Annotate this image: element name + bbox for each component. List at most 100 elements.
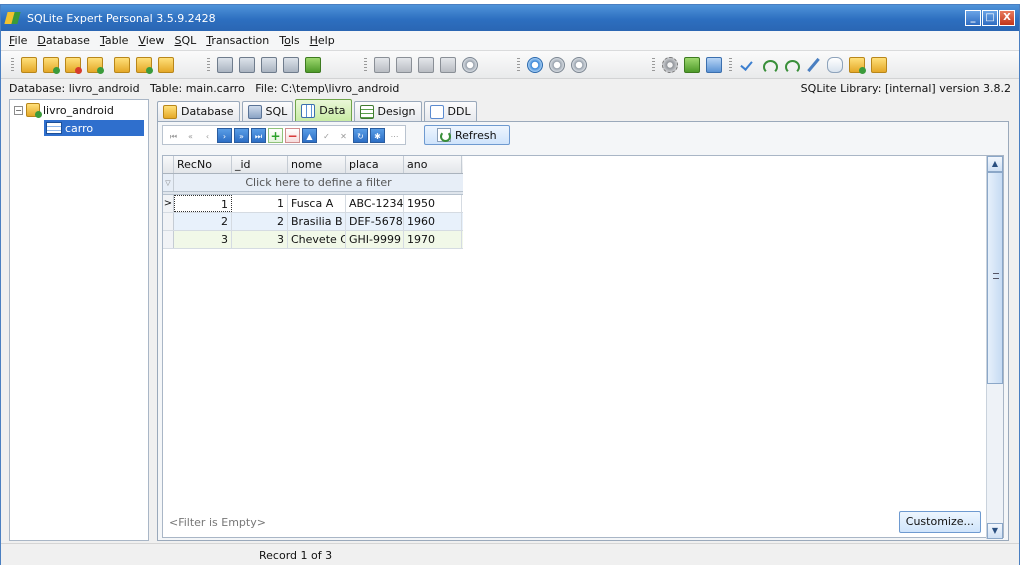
scroll-thumb[interactable] [987, 172, 1003, 384]
script-icon[interactable] [374, 56, 390, 73]
customize-button[interactable]: Customize... [898, 511, 981, 533]
open-database-icon[interactable] [43, 56, 60, 74]
table-row[interactable]: 3 3 Chevete C GHI-9999 1970 [163, 231, 463, 249]
post-edit-button[interactable]: ✓ [319, 128, 334, 143]
commit-transaction-icon[interactable] [549, 56, 565, 73]
scroll-down-button[interactable]: ▼ [987, 523, 1003, 539]
toolbar-grip[interactable] [729, 57, 732, 72]
maximize-button[interactable]: □ [982, 10, 998, 26]
collapse-toggle-icon[interactable]: − [14, 105, 23, 115]
prior-page-button[interactable]: « [183, 128, 198, 143]
cell-id[interactable]: 2 [232, 213, 288, 230]
redo-arrow-icon[interactable] [783, 57, 800, 74]
cancel-edit-button[interactable]: ✕ [336, 128, 351, 143]
vertical-scrollbar[interactable]: ▲ ▼ [986, 156, 1003, 539]
menu-database[interactable]: Database [37, 34, 90, 47]
cell-id[interactable]: 1 [232, 195, 288, 212]
scroll-up-button[interactable]: ▲ [987, 156, 1003, 172]
apply-updates-button[interactable]: ✱ [370, 127, 385, 143]
table-row[interactable]: 2 2 Brasilia B DEF-5678 1960 [163, 213, 463, 231]
import-table-icon[interactable] [283, 56, 299, 73]
column-header-placa[interactable]: placa [346, 156, 404, 173]
panel-splitter[interactable] [150, 99, 155, 541]
script-save-icon[interactable] [440, 56, 456, 73]
menu-tools[interactable]: Tols [279, 34, 299, 47]
database-properties-icon[interactable] [114, 56, 130, 73]
menu-table[interactable]: Table [100, 34, 128, 47]
check-icon[interactable] [739, 57, 755, 73]
new-database-icon[interactable] [21, 56, 37, 73]
rollback-transaction-icon[interactable] [571, 56, 587, 73]
backup-database-icon[interactable] [136, 56, 153, 74]
cell-placa[interactable]: DEF-5678 [346, 213, 404, 230]
undo-arrow-icon[interactable] [761, 57, 778, 74]
menu-sql[interactable]: SQL [175, 34, 197, 47]
column-header-ano[interactable]: ano [404, 156, 462, 173]
cancel-updates-button[interactable]: ⋯ [387, 128, 402, 143]
column-header-recno[interactable]: RecNo [174, 156, 232, 173]
data-grid[interactable]: RecNo _id nome placa ano ▽ Click here to… [162, 155, 1004, 539]
menu-help[interactable]: Help [310, 34, 335, 47]
script-run-icon[interactable] [396, 56, 412, 73]
web-icon[interactable] [827, 56, 843, 73]
close-database-icon[interactable] [65, 56, 82, 74]
cell-ano[interactable]: 1960 [404, 213, 462, 230]
next-record-button[interactable]: › [217, 127, 232, 143]
cell-id[interactable]: 3 [232, 231, 288, 248]
about-icon[interactable] [849, 56, 866, 74]
column-header-nome[interactable]: nome [288, 156, 346, 173]
last-record-button[interactable]: ⏭ [251, 127, 266, 143]
minimize-button[interactable]: _ [965, 10, 981, 26]
begin-transaction-icon[interactable] [527, 56, 543, 73]
script-stop-icon[interactable] [462, 56, 478, 73]
menu-view[interactable]: View [138, 34, 164, 47]
toolbar-grip[interactable] [517, 57, 520, 72]
cell-nome[interactable]: Brasilia B [288, 213, 346, 230]
options-gear-icon[interactable] [662, 56, 678, 73]
tab-sql[interactable]: SQL [241, 101, 294, 121]
refresh-data-button[interactable]: ↻ [353, 127, 368, 143]
table-properties-icon[interactable] [261, 56, 277, 73]
toolbar-grip[interactable] [11, 57, 14, 72]
title-bar[interactable]: SQLite Expert Personal 3.5.9.2428 _ □ X [1, 5, 1019, 31]
toolbar-grip[interactable] [652, 57, 655, 72]
toolbar-grip[interactable] [207, 57, 210, 72]
menu-file[interactable]: File [9, 34, 27, 47]
tree-item-carro[interactable]: carro [44, 120, 144, 136]
cell-recno[interactable]: 3 [174, 231, 232, 248]
tab-design[interactable]: Design [353, 101, 422, 121]
tab-data[interactable]: Data [295, 99, 352, 121]
tree-item-livro-android[interactable]: − livro_android [10, 102, 148, 118]
prior-record-button[interactable]: ‹ [200, 128, 215, 143]
insert-record-button[interactable]: + [268, 127, 283, 143]
toolbar-grip[interactable] [364, 57, 367, 72]
window-layout-icon[interactable] [706, 56, 722, 73]
refresh-button[interactable]: Refresh [424, 125, 510, 145]
cell-placa[interactable]: GHI-9999 [346, 231, 404, 248]
table-row[interactable]: > 1 1 Fusca A ABC-1234 1950 [163, 195, 463, 213]
tab-database[interactable]: Database [157, 101, 240, 121]
tab-ddl[interactable]: DDL [423, 101, 477, 121]
cell-placa[interactable]: ABC-1234 [346, 195, 404, 212]
menu-transaction[interactable]: Transaction [206, 34, 269, 47]
design-table-icon[interactable] [239, 56, 255, 73]
next-page-button[interactable]: » [234, 127, 249, 143]
new-table-icon[interactable] [217, 56, 233, 73]
cell-nome[interactable]: Fusca A [288, 195, 346, 212]
column-header-id[interactable]: _id [232, 156, 288, 173]
cell-ano[interactable]: 1950 [404, 195, 462, 212]
attach-database-icon[interactable] [87, 56, 104, 74]
compact-database-icon[interactable] [158, 56, 174, 73]
first-record-button[interactable]: ⏮ [166, 128, 181, 143]
close-button[interactable]: X [999, 10, 1015, 26]
script-step-icon[interactable] [418, 56, 434, 73]
cell-recno[interactable]: 1 [174, 195, 232, 212]
cell-recno[interactable]: 2 [174, 213, 232, 230]
registration-icon[interactable] [871, 56, 887, 73]
cell-ano[interactable]: 1970 [404, 231, 462, 248]
cell-nome[interactable]: Chevete C [288, 231, 346, 248]
delete-record-button[interactable]: − [285, 127, 300, 143]
filter-row[interactable]: ▽ Click here to define a filter [163, 174, 463, 192]
active-view-icon[interactable] [684, 56, 700, 73]
edit-record-button[interactable]: ▲ [302, 127, 317, 143]
